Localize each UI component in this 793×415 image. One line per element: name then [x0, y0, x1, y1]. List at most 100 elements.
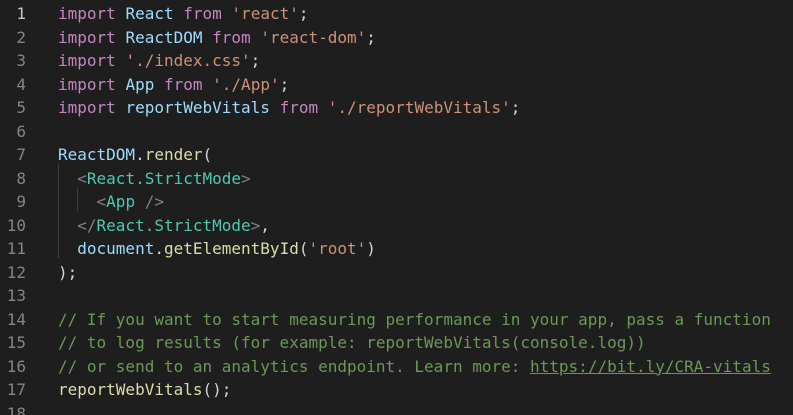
- code-token: from: [212, 27, 251, 47]
- code-token: <: [77, 168, 87, 188]
- code-line[interactable]: 4 import App from './App';: [0, 73, 793, 97]
- line-number: 6: [16, 121, 26, 141]
- line-number: 12: [6, 262, 26, 282]
- code-token: ;: [510, 98, 521, 117]
- code-token: React.StrictMode: [96, 215, 251, 235]
- line-number: 1: [16, 4, 26, 23]
- code-token: './reportWebVitals': [327, 98, 511, 117]
- code-line[interactable]: 7 ReactDOM.render(: [0, 143, 793, 167]
- line-number: 15: [6, 333, 26, 352]
- line-code: // If you want to start measuring perfor…: [58, 308, 771, 332]
- code-token: ();: [202, 380, 232, 399]
- code-token: import: [58, 74, 116, 94]
- line-number: 3: [16, 51, 26, 70]
- code-token: App: [125, 74, 155, 94]
- code-editor[interactable]: 1 import React from 'react'; 2 import React…: [0, 0, 793, 415]
- code-token: reportWebVitals: [58, 380, 203, 399]
- code-token: ;: [366, 27, 376, 47]
- code-line[interactable]: 8 <React.StrictMode>: [0, 167, 793, 191]
- line-code: );: [58, 261, 77, 285]
- code-token: 'react-dom': [260, 27, 367, 47]
- code-token: React.StrictMode: [86, 168, 242, 188]
- line-code: import App from './App';: [58, 73, 289, 97]
- line-number: 4: [16, 74, 26, 94]
- line-number: 2: [16, 27, 26, 47]
- line-number: 7: [16, 145, 26, 164]
- url-link[interactable]: https://bit.ly/CRA-vitals: [530, 357, 771, 376]
- line-number: 16: [6, 356, 26, 376]
- line-code: import './index.css';: [58, 49, 260, 73]
- code-token: render: [144, 145, 203, 164]
- code-line[interactable]: 3 import './index.css';: [0, 49, 793, 73]
- code-token: ;: [250, 51, 261, 70]
- code-token: 'react': [231, 4, 299, 23]
- code-line[interactable]: 5 import reportWebVitals from './reportWe…: [0, 96, 793, 120]
- code-token: (: [202, 145, 213, 164]
- code-line[interactable]: 13: [0, 284, 793, 308]
- code-token: );: [58, 262, 78, 282]
- line-number: 11: [6, 239, 26, 258]
- code-line[interactable]: 17 reportWebVitals();: [0, 378, 793, 402]
- code-token: from: [163, 74, 203, 94]
- code-token: './App': [212, 74, 280, 94]
- code-line[interactable]: 11 document.getElementById('root'): [0, 237, 793, 261]
- code-token: </: [77, 215, 97, 235]
- line-code: import ReactDOM from 'react-dom';: [58, 26, 376, 50]
- code-token: // If you want to start measuring perfor…: [58, 309, 771, 329]
- code-token: reportWebVitals: [125, 98, 270, 117]
- code-token: ;: [279, 74, 290, 94]
- line-code: </React.StrictMode>,: [58, 214, 270, 238]
- code-token: .: [154, 239, 164, 258]
- code-token: import: [58, 51, 116, 70]
- line-number: 14: [6, 309, 26, 329]
- line-number: 5: [16, 98, 26, 117]
- code-token: 'root': [308, 239, 367, 258]
- line-number: 13: [6, 286, 26, 305]
- code-line[interactable]: 10 </React.StrictMode>,: [0, 214, 793, 238]
- code-token: React: [125, 4, 174, 23]
- line-number: 8: [16, 168, 26, 188]
- code-line[interactable]: 16 // or send to an analytics endpoint. L…: [0, 355, 793, 379]
- code-line[interactable]: 9 <App />: [0, 190, 793, 214]
- line-code: ReactDOM.render(: [58, 143, 212, 167]
- code-line[interactable]: 2 import ReactDOM from 'react-dom';: [0, 26, 793, 50]
- code-token: >: [250, 215, 261, 235]
- code-line[interactable]: 1 import React from 'react';: [0, 2, 793, 26]
- line-number: 9: [16, 192, 26, 211]
- code-token: <: [96, 192, 107, 211]
- code-line[interactable]: 14 // If you want to start measuring perf…: [0, 308, 793, 332]
- code-line[interactable]: 15 // to log results (for example: report…: [0, 331, 793, 355]
- code-token: document: [77, 239, 155, 258]
- code-token: ReactDOM: [58, 145, 136, 164]
- line-code: import React from 'react';: [58, 2, 309, 26]
- code-token: './index.css': [125, 51, 251, 70]
- code-token: // to log results (for example: reportWe…: [58, 333, 646, 352]
- code-token: />: [135, 192, 164, 211]
- code-line[interactable]: 12);: [0, 261, 793, 285]
- code-line[interactable]: 6: [0, 120, 793, 144]
- code-token: ;: [298, 4, 309, 23]
- code-token: ,: [260, 215, 270, 235]
- code-line[interactable]: 18: [0, 402, 793, 415]
- line-code: // or send to an analytics endpoint. Lea…: [58, 355, 771, 379]
- code-token: import: [58, 27, 116, 47]
- line-number: 18: [6, 403, 26, 415]
- code-token: from: [279, 98, 319, 117]
- code-token: import: [58, 98, 116, 117]
